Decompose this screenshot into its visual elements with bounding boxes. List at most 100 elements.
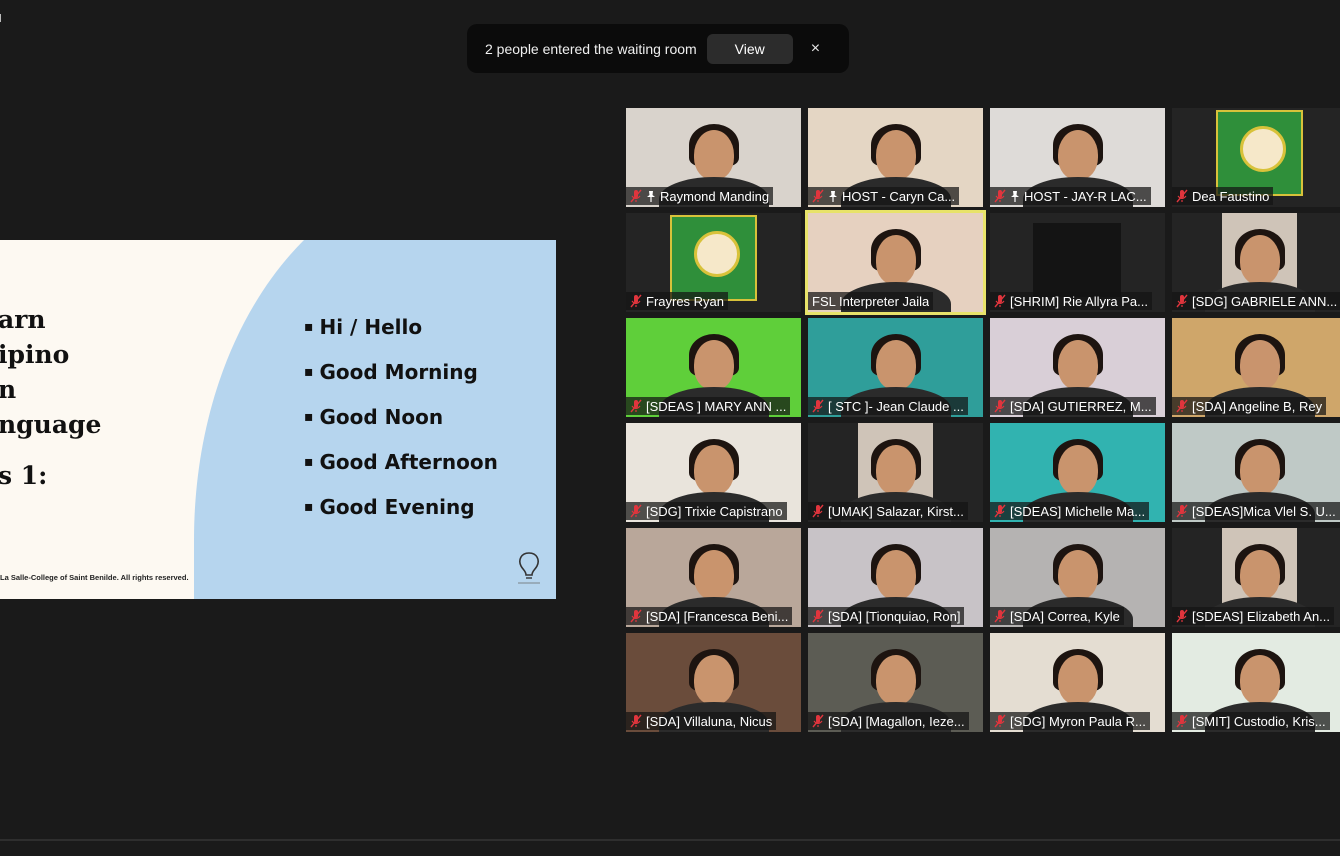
slide-title-line: nguage [0,410,102,439]
slide-title-line: ipino [0,340,70,369]
participant-tile[interactable]: [SDA] Angeline B, Rey [1172,318,1340,417]
close-icon[interactable]: × [811,40,820,58]
mic-muted-icon [812,609,824,623]
participant-name-bar: [SDA] [Francesca Beni... [626,607,793,625]
slide-list-item: ▪ Good Evening [304,495,475,519]
participant-tile[interactable]: HOST - Caryn Ca... [808,108,983,207]
slide-list-item: ▪ Hi / Hello [304,315,423,339]
participant-face [1057,445,1098,495]
slide-title-line: n [0,375,17,404]
participant-name-bar: Dea Faustino [1172,187,1274,205]
participant-name-bar: [SDEAS] Michelle Ma... [990,502,1150,520]
participant-name: Raymond Manding [660,188,770,204]
participant-tile[interactable]: [SDA] GUTIERREZ, M... [990,318,1165,417]
participant-tile[interactable]: [SDA] [Magallon, Ieze... [808,633,983,732]
participant-face [1057,550,1098,600]
participant-face [1057,655,1098,705]
participant-name: [SDEAS] Michelle Ma... [1010,503,1146,519]
participant-face [693,550,734,600]
participant-name: [SMIT] Custodio, Kris... [1192,713,1326,729]
mic-muted-icon [812,189,824,203]
view-waiting-room-button[interactable]: View [706,33,793,64]
participant-name-bar: [SDA] Villaluna, Nicus [626,712,777,730]
mic-muted-icon [812,714,824,728]
participant-tile[interactable]: Dea Faustino [1172,108,1340,207]
participant-tile[interactable]: [SDA] [Tionquiao, Ron] [808,528,983,627]
participant-name-bar: [SHRIM] Rie Allyra Pa... [990,292,1152,310]
waiting-room-notification: 2 people entered the waiting room View × [467,24,849,73]
participant-tile[interactable]: [SDG] Myron Paula R... [990,633,1165,732]
participant-tile[interactable]: [SHRIM] Rie Allyra Pa... [990,213,1165,312]
participant-name: [SDA] GUTIERREZ, M... [1010,398,1152,414]
participant-face [693,445,734,495]
participant-name: [SDG] GABRIELE ANN... [1192,293,1338,309]
participant-tile[interactable]: Frayres Ryan [626,213,801,312]
participant-name-bar: [UMAK] Salazar, Kirst... [808,502,968,520]
slide-list-item: ▪ Good Noon [304,405,444,429]
participant-face [875,235,916,285]
participant-tile[interactable]: [SDEAS]Mica Vlel S. U... [1172,423,1340,522]
participant-tile[interactable]: [SDA] [Francesca Beni... [626,528,801,627]
participant-name-bar: [SDA] [Tionquiao, Ron] [808,607,965,625]
participant-name-bar: HOST - Caryn Ca... [808,187,960,205]
profile-photo [1240,126,1286,172]
pin-icon [1011,191,1019,202]
participant-tile[interactable]: [UMAK] Salazar, Kirst... [808,423,983,522]
participant-name-bar: [SDA] Correa, Kyle [990,607,1124,625]
participant-face [1239,340,1280,390]
participant-name-bar: [SDA] GUTIERREZ, M... [990,397,1156,415]
participant-name-bar: Raymond Manding [626,187,774,205]
notification-text: 2 people entered the waiting room [485,40,697,57]
participant-face [693,130,734,180]
participant-tile[interactable]: Raymond Manding [626,108,801,207]
participant-name: [SDA] Angeline B, Rey [1192,398,1323,414]
participant-face [1057,130,1098,180]
participant-tile[interactable]: [SDEAS] Elizabeth An... [1172,528,1340,627]
profile-poster-image [670,215,757,301]
participant-tile[interactable]: [SDA] Villaluna, Nicus [626,633,801,732]
slide-list-item: ▪ Good Afternoon [304,450,498,474]
participant-name-bar: [SDG] GABRIELE ANN... [1172,292,1340,310]
mic-muted-icon [1176,609,1188,623]
participant-name-bar: [ STC ]- Jean Claude ... [808,397,968,415]
slide-lesson-label: s 1: [0,461,48,490]
participant-name-bar: [SDA] Angeline B, Rey [1172,397,1327,415]
participant-tile[interactable]: HOST - JAY-R LAC... [990,108,1165,207]
participant-name-bar: [SDEAS ] MARY ANN ... [626,397,791,415]
video-off-placeholder [1033,223,1121,297]
mic-muted-icon [1176,189,1188,203]
participant-name: [SDG] Myron Paula R... [1010,713,1146,729]
participant-name: [SDA] [Magallon, Ieze... [828,713,965,729]
mic-muted-icon [1176,714,1188,728]
participant-name: Dea Faustino [1192,188,1270,204]
participant-name: [SHRIM] Rie Allyra Pa... [1010,293,1148,309]
lightbulb-logo-icon [518,552,540,584]
mic-muted-icon [630,399,642,413]
participant-name: [SDA] [Tionquiao, Ron] [828,608,961,624]
participant-tile[interactable]: [SMIT] Custodio, Kris... [1172,633,1340,732]
mic-muted-icon [1176,399,1188,413]
mic-muted-icon [994,609,1006,623]
participant-name-bar: Frayres Ryan [626,292,729,310]
mic-muted-icon [812,399,824,413]
participant-face [693,340,734,390]
participant-tile[interactable]: [SDG] Trixie Capistrano [626,423,801,522]
participant-tile[interactable]: [SDA] Correa, Kyle [990,528,1165,627]
participant-tile[interactable]: FSL Interpreter Jaila [805,210,986,315]
bottom-toolbar-edge [0,839,1340,841]
participant-tile[interactable]: [SDEAS] Michelle Ma... [990,423,1165,522]
participant-tile[interactable]: [ STC ]- Jean Claude ... [808,318,983,417]
participant-name: [SDA] [Francesca Beni... [646,608,789,624]
participant-tile[interactable]: [SDG] GABRIELE ANN... [1172,213,1340,312]
mic-muted-icon [630,189,642,203]
mic-muted-icon [812,504,824,518]
slide-title-line: arn [0,305,46,334]
participant-name-bar: HOST - JAY-R LAC... [990,187,1151,205]
mic-muted-icon [630,294,642,308]
participant-face [875,550,916,600]
mic-muted-icon [1176,294,1188,308]
mic-muted-icon [1176,504,1188,518]
participant-name: [SDA] Correa, Kyle [1010,608,1120,624]
participant-name: FSL Interpreter Jaila [812,293,930,309]
participant-tile[interactable]: [SDEAS ] MARY ANN ... [626,318,801,417]
